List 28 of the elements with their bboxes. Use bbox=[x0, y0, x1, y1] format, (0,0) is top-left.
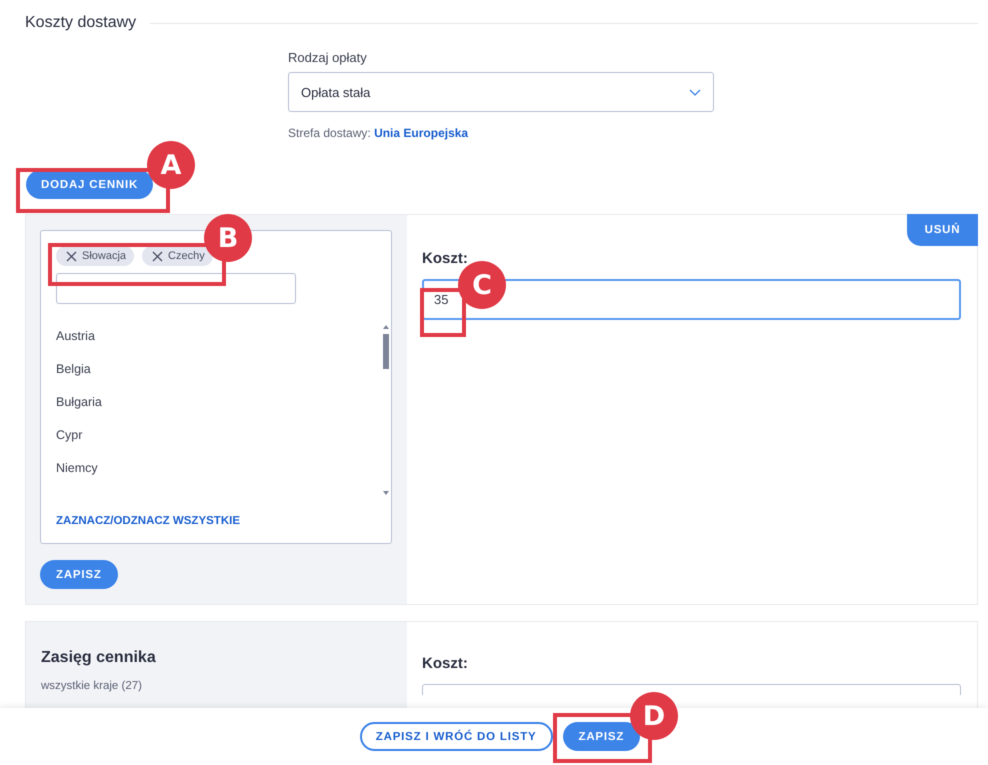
save-button[interactable]: ZAPISZ bbox=[562, 722, 640, 751]
remove-icon[interactable] bbox=[66, 250, 77, 262]
cost-field[interactable] bbox=[422, 684, 961, 695]
select-all-link[interactable]: ZAZNACZ/ODZNACZ WSZYSTKIE bbox=[56, 515, 240, 527]
remove-icon[interactable] bbox=[152, 250, 164, 262]
country-item[interactable]: Cypr bbox=[56, 426, 391, 445]
country-item[interactable]: Belgia bbox=[56, 360, 391, 379]
country-item[interactable]: Niemcy bbox=[56, 459, 391, 478]
scope-text: wszystkie kraje (27) bbox=[41, 680, 143, 692]
scope-title: Zasięg cennika bbox=[41, 649, 157, 667]
callout-badge: D bbox=[630, 692, 678, 740]
country-chip[interactable]: Słowacja bbox=[56, 246, 134, 266]
field-label: Rodzaj opłaty bbox=[288, 50, 368, 65]
scrollbar-icon[interactable] bbox=[382, 324, 390, 496]
cost-label: Koszt: bbox=[422, 655, 468, 672]
fee-type-select[interactable]: Opłata stała bbox=[288, 72, 714, 112]
save-button[interactable]: ZAPISZ bbox=[40, 560, 118, 589]
country-chip[interactable]: Czechy bbox=[142, 246, 213, 266]
zone-text: Strefa dostawy: Unia Europejska bbox=[288, 126, 470, 140]
country-item[interactable]: Bułgaria bbox=[56, 393, 391, 412]
chevron-down-icon bbox=[689, 88, 701, 96]
add-price-list-button[interactable]: DODAJ CENNIK bbox=[26, 170, 154, 199]
callout-badge: A bbox=[147, 141, 195, 189]
save-and-return-button[interactable]: ZAPISZ I WRÓĆ DO LISTY bbox=[360, 722, 552, 751]
section-title: Koszty dostawy bbox=[25, 14, 136, 32]
country-item[interactable]: Austria bbox=[56, 327, 391, 346]
search-field[interactable] bbox=[56, 273, 296, 304]
remove-button[interactable]: USUŃ bbox=[907, 214, 978, 246]
